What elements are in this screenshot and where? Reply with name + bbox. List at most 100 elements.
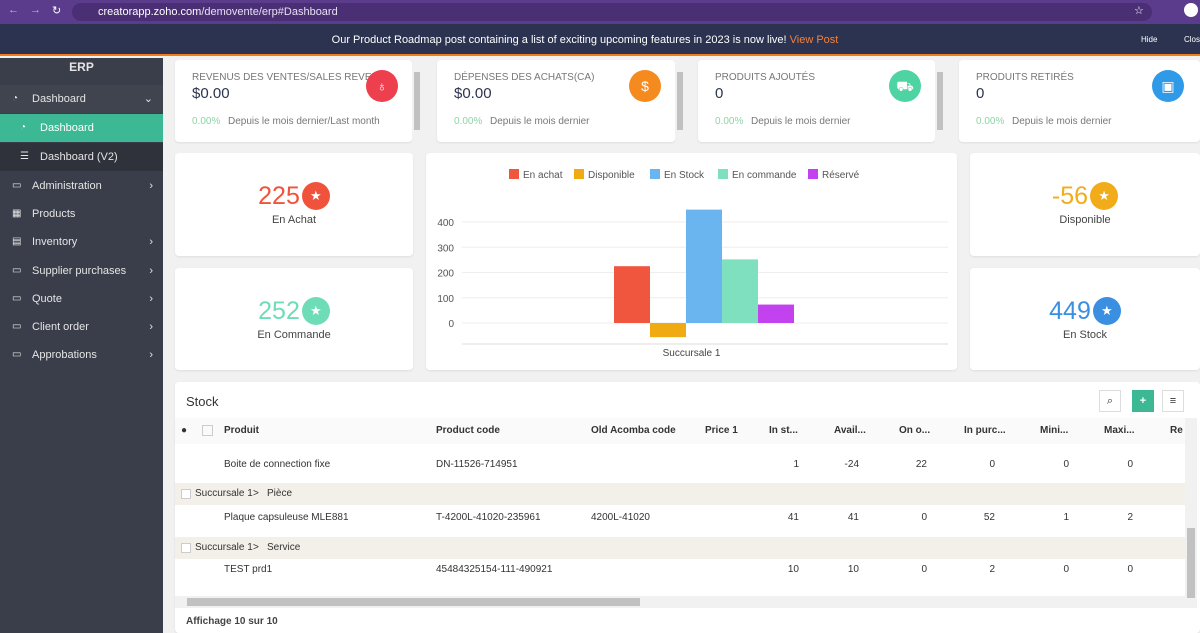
- chevron-right-icon: ›: [149, 293, 153, 305]
- sidebar-item-approbations[interactable]: ▭ Approbations ›: [0, 341, 163, 369]
- label: Supplier purchases: [32, 265, 127, 277]
- reload-icon[interactable]: ↻: [52, 4, 61, 17]
- label: Administration: [32, 180, 102, 192]
- y-tick-label: 200: [437, 269, 454, 280]
- chevron-right-icon: ›: [149, 236, 153, 248]
- table-header: ● Produit Product code Old Acomba code P…: [175, 418, 1185, 444]
- horizontal-scrollbar[interactable]: [175, 596, 1185, 608]
- bar-en-commande[interactable]: [722, 259, 758, 323]
- table-cell: T-4200L-41020-235961: [436, 512, 541, 523]
- inventory-icon: ▤: [12, 236, 22, 247]
- sidebar-item-quote[interactable]: ▭ Quote ›: [0, 285, 163, 313]
- table-cell: 0: [1063, 564, 1069, 575]
- column-header[interactable]: In st...: [769, 418, 798, 444]
- scrollbar[interactable]: [412, 60, 422, 142]
- stat-en-stock: 449 ★ En Stock: [970, 268, 1200, 370]
- group-branch: Succursale 1: [195, 488, 253, 499]
- label: Inventory: [32, 236, 78, 248]
- bar-en-achat[interactable]: [614, 266, 650, 323]
- group-checkbox[interactable]: [181, 489, 191, 499]
- column-header[interactable]: Old Acomba code: [591, 418, 676, 444]
- stat-label: En Stock: [1062, 329, 1108, 341]
- group-row[interactable]: Succursale 1 > Pièce: [175, 483, 1185, 505]
- kpi-value: 0: [715, 85, 724, 102]
- kpi-desc: Depuis le mois dernier: [1012, 116, 1112, 127]
- column-header[interactable]: Product code: [436, 418, 500, 444]
- stat-value: 252: [258, 296, 300, 325]
- sidebar-item-dashboard[interactable]: ◔ Dashboard ⌄: [0, 85, 163, 113]
- sidebar-item-supplier-purchases[interactable]: ▭ Supplier purchases ›: [0, 257, 163, 285]
- announcement-banner: Our Product Roadmap post containing a li…: [0, 24, 1200, 56]
- back-icon[interactable]: ←: [8, 4, 19, 16]
- view-post-link[interactable]: View Post: [790, 34, 839, 46]
- bar-disponible[interactable]: [650, 323, 686, 338]
- eye-icon[interactable]: ●: [181, 418, 187, 444]
- table-cell: 0: [1127, 564, 1133, 575]
- stat-disponible: -56 ★ Disponible: [970, 153, 1200, 256]
- bar-r-serv-[interactable]: [758, 304, 794, 323]
- column-header[interactable]: Maxi...: [1104, 418, 1135, 444]
- address-bar[interactable]: creatorapp.zoho.com/demovente/erp#Dashbo…: [72, 3, 1152, 21]
- y-tick-label: 0: [448, 319, 454, 330]
- label: Products: [32, 208, 76, 220]
- app-title: ERP: [69, 60, 94, 74]
- search-button[interactable]: ⌕: [1099, 390, 1121, 412]
- sidebar-item-inventory[interactable]: ▤ Inventory ›: [0, 228, 163, 256]
- bar-en-stock[interactable]: [686, 209, 722, 323]
- profile-icon[interactable]: [1184, 3, 1198, 17]
- hide-button[interactable]: Hide: [1141, 35, 1157, 44]
- column-header[interactable]: Produit: [224, 418, 259, 444]
- table-cell: 22: [915, 459, 927, 470]
- label: Quote: [32, 293, 62, 305]
- group-category: Service: [267, 542, 301, 553]
- column-header[interactable]: In purc...: [964, 418, 1006, 444]
- table-row[interactable]: Boite de connection fixe DN-11526-714951 1…: [175, 452, 1185, 478]
- table-cell: 45484325154-111-490921: [436, 564, 553, 575]
- stat-value: -56: [1051, 181, 1089, 210]
- kpi-desc: Depuis le mois dernier: [490, 116, 590, 127]
- sidebar-item-products[interactable]: ▦ Products: [0, 200, 163, 228]
- label: Client order: [32, 321, 89, 333]
- select-all-checkbox[interactable]: [202, 425, 213, 436]
- y-tick-label: 300: [437, 243, 454, 254]
- x-axis-label: Succursale 1: [662, 348, 721, 359]
- menu-button[interactable]: ≡: [1162, 390, 1184, 412]
- sidebar-item-client-order[interactable]: ▭ Client order ›: [0, 313, 163, 341]
- add-button[interactable]: +: [1132, 390, 1154, 412]
- user-star-icon: ★: [1092, 297, 1121, 326]
- column-header[interactable]: On o...: [899, 418, 930, 444]
- scrollbar[interactable]: [675, 60, 685, 142]
- group-row[interactable]: Succursale 1 > Service: [175, 537, 1185, 559]
- close-button[interactable]: Close: [1184, 35, 1200, 44]
- column-header[interactable]: Price 1: [705, 418, 738, 444]
- table-cell: 41: [847, 512, 859, 523]
- vertical-scrollbar[interactable]: [1185, 418, 1197, 608]
- table-row[interactable]: Plaque capsuleuse MLE881 T-4200L-41020-23…: [175, 505, 1185, 531]
- scrollbar[interactable]: [935, 60, 945, 142]
- sidebar-item-administration[interactable]: ▭ Administration ›: [0, 172, 163, 200]
- table-cell: 1: [793, 459, 799, 470]
- forward-icon[interactable]: →: [30, 4, 41, 16]
- kpi-value: $0.00: [454, 85, 492, 102]
- table-cell: 0: [1127, 459, 1133, 470]
- kpi-products-added: PRODUITS AJOUTÉS 0 0.00% Depuis le mois …: [698, 60, 935, 142]
- column-header[interactable]: Mini...: [1040, 418, 1068, 444]
- bar-chart: 0 100 200 300 400: [437, 209, 948, 345]
- group-checkbox[interactable]: [181, 543, 191, 553]
- sidebar-item-dashboard-v2[interactable]: ☰ Dashboard (V2): [0, 143, 163, 171]
- sidebar-item-dashboard-active[interactable]: ◔ Dashboard: [0, 114, 163, 142]
- table-cell: -24: [844, 459, 859, 470]
- table-row[interactable]: TEST prd1 45484325154-111-490921 10 10 0 2 0 0: [175, 557, 1185, 583]
- url-domain: creatorapp.zoho.com: [98, 6, 202, 18]
- stat-value: 225: [258, 181, 300, 210]
- stat-label: En Commande: [257, 329, 331, 341]
- column-header[interactable]: Avail...: [834, 418, 866, 444]
- table-cell: 1: [1063, 512, 1069, 523]
- column-header[interactable]: Re: [1170, 418, 1183, 444]
- star-icon[interactable]: ☆: [1134, 4, 1144, 17]
- kpi-title: REVENUS DES VENTES/SALES REVENUS: [192, 72, 393, 83]
- group-category: Pièce: [267, 488, 293, 499]
- search-icon: ⌕: [1106, 395, 1114, 407]
- table-cell: 10: [787, 564, 799, 575]
- stat-en-achat: 225 ★ En Achat: [175, 153, 413, 256]
